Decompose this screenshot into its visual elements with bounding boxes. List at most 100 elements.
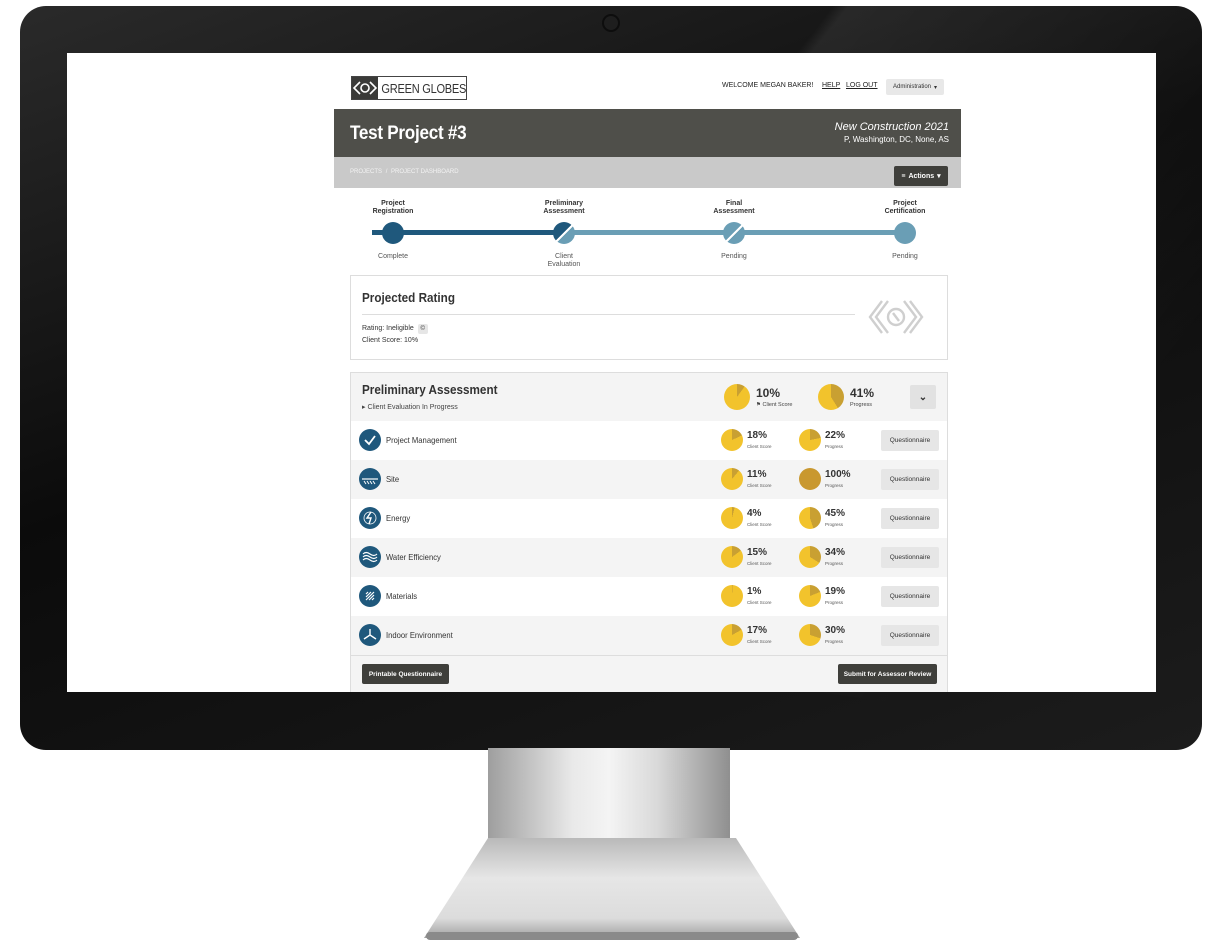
project-type: New Construction 2021: [834, 121, 949, 133]
questionnaire-button[interactable]: Questionnaire: [881, 430, 939, 451]
category-score-percent: 1%: [747, 586, 762, 597]
category-score-caption: Client Score: [747, 444, 772, 449]
step-title: Project Registration: [372, 200, 414, 215]
brand-name: GREEN GLOBES: [381, 80, 467, 96]
breadcrumb-separator: /: [385, 169, 388, 175]
energy-icon: [359, 507, 381, 529]
client-score-caption: ⚑ Client Score: [756, 402, 793, 408]
category-score-caption: Client Score: [747, 639, 772, 644]
category-score-percent: 18%: [747, 430, 768, 441]
monitor-stand-base: [424, 838, 800, 938]
caret-right-icon: ▸: [362, 404, 366, 411]
category-progress-pie: [799, 546, 821, 568]
administration-label: Administration: [892, 84, 931, 90]
category-row: Materials 1% Client Score 19% Progress Q…: [351, 577, 947, 616]
category-progress-percent: 45%: [825, 508, 846, 519]
monitor-screen: GREEN GLOBES WELCOME MEGAN BAKER! HELP L…: [67, 53, 1156, 692]
project-location: P, Washington, DC, None, AS: [844, 135, 949, 144]
monitor-stand: [488, 748, 730, 838]
category-name: Energy: [386, 513, 411, 523]
category-row: Site 11% Client Score 100% Progress Ques…: [351, 460, 947, 499]
logout-link[interactable]: LOG OUT: [846, 82, 878, 89]
category-score-pie: [721, 468, 743, 490]
category-score-percent: 11%: [747, 469, 767, 480]
site-icon: [359, 468, 381, 490]
client-score-label: Client Score:: [362, 337, 403, 344]
green-globes-logo-icon: [352, 77, 378, 99]
questionnaire-button[interactable]: Questionnaire: [881, 586, 939, 607]
check-icon: [359, 429, 381, 451]
category-progress-pie: [799, 429, 821, 451]
category-name: Water Efficiency: [386, 552, 441, 562]
assessment-status[interactable]: ▸ Client Evaluation In Progress: [362, 403, 458, 411]
info-icon[interactable]: ©: [417, 324, 428, 334]
step-node-complete[interactable]: [382, 222, 404, 244]
preliminary-assessment-panel: Preliminary Assessment ▸ Client Evaluati…: [350, 372, 948, 692]
category-score-pie: [721, 585, 743, 607]
breadcrumb: PROJECTS / PROJECT DASHBOARD: [350, 169, 459, 175]
welcome-message: WELCOME MEGAN BAKER!: [722, 82, 814, 89]
chevron-down-icon: ⌄: [918, 391, 928, 403]
breadcrumb-bar: PROJECTS / PROJECT DASHBOARD ≡ Actions ▾: [334, 157, 961, 188]
questionnaire-button[interactable]: Questionnaire: [881, 625, 939, 646]
category-progress-caption: Progress: [825, 600, 844, 605]
category-progress-pie: [799, 624, 821, 646]
project-title: Test Project #3: [350, 123, 467, 144]
category-score-pie: [721, 624, 743, 646]
rating-label: Rating:: [362, 325, 385, 332]
category-progress-percent: 34%: [825, 547, 846, 558]
category-progress-percent: 19%: [825, 586, 846, 597]
caret-down-icon: ▾: [934, 84, 938, 91]
projected-rating-title: Projected Rating: [362, 290, 455, 305]
help-link[interactable]: HELP: [822, 82, 840, 89]
category-name: Indoor Environment: [386, 630, 453, 640]
assessment-status-text: Client Evaluation In Progress: [367, 404, 458, 411]
category-name: Project Management: [386, 435, 457, 445]
breadcrumb-projects[interactable]: PROJECTS: [350, 169, 382, 175]
category-score-pie: [721, 546, 743, 568]
step-node-pending[interactable]: [894, 222, 916, 244]
category-progress-caption: Progress: [825, 522, 844, 527]
step-status: Pending: [721, 253, 747, 260]
camera-icon: [604, 16, 618, 30]
actions-button[interactable]: ≡ Actions ▾: [894, 166, 948, 186]
category-row: Indoor Environment 17% Client Score 30% …: [351, 616, 947, 655]
category-progress-caption: Progress: [825, 444, 844, 449]
client-score-line: Client Score: 10%: [362, 337, 418, 344]
project-header: Test Project #3 New Construction 2021 P,…: [334, 109, 961, 157]
category-progress-pie: [799, 585, 821, 607]
rating-line: Rating: Ineligible ©: [362, 324, 428, 334]
breadcrumb-current: PROJECT DASHBOARD: [391, 169, 459, 175]
category-score-caption: Client Score: [747, 561, 772, 566]
questionnaire-button[interactable]: Questionnaire: [881, 508, 939, 529]
questionnaire-button[interactable]: Questionnaire: [881, 469, 939, 490]
printable-questionnaire-button[interactable]: Printable Questionnaire: [362, 664, 449, 684]
step-node-current[interactable]: [553, 222, 575, 244]
step-title: Final Assessment: [713, 200, 755, 215]
indoor-environment-icon: [359, 624, 381, 646]
rating-value: Ineligible: [386, 325, 414, 332]
category-progress-percent: 22%: [825, 430, 846, 441]
category-score-pie: [721, 507, 743, 529]
progress-caption: Progress: [850, 402, 873, 408]
administration-dropdown[interactable]: Administration ▾: [886, 79, 944, 95]
questionnaire-button[interactable]: Questionnaire: [881, 547, 939, 568]
collapse-button[interactable]: ⌄: [910, 385, 936, 409]
projected-rating-card: Projected Rating Rating: Ineligible © Cl…: [350, 275, 948, 360]
progress-pie: [818, 384, 844, 410]
water-icon: [359, 546, 381, 568]
category-score-percent: 4%: [747, 508, 762, 519]
top-bar: GREEN GLOBES WELCOME MEGAN BAKER! HELP L…: [334, 53, 961, 109]
submit-for-assessor-review-button[interactable]: Submit for Assessor Review: [838, 664, 937, 684]
category-progress-caption: Progress: [825, 483, 844, 488]
progress-percent: 41%: [850, 386, 875, 400]
category-score-pie: [721, 429, 743, 451]
app: GREEN GLOBES WELCOME MEGAN BAKER! HELP L…: [334, 53, 961, 692]
category-score-caption: Client Score: [747, 522, 772, 527]
materials-icon: [359, 585, 381, 607]
category-name: Materials: [386, 591, 418, 601]
brand-logo[interactable]: GREEN GLOBES: [351, 76, 467, 100]
category-progress-pie: [799, 468, 821, 490]
step-title: Project Certification: [884, 200, 926, 215]
step-node-pending[interactable]: [723, 222, 745, 244]
